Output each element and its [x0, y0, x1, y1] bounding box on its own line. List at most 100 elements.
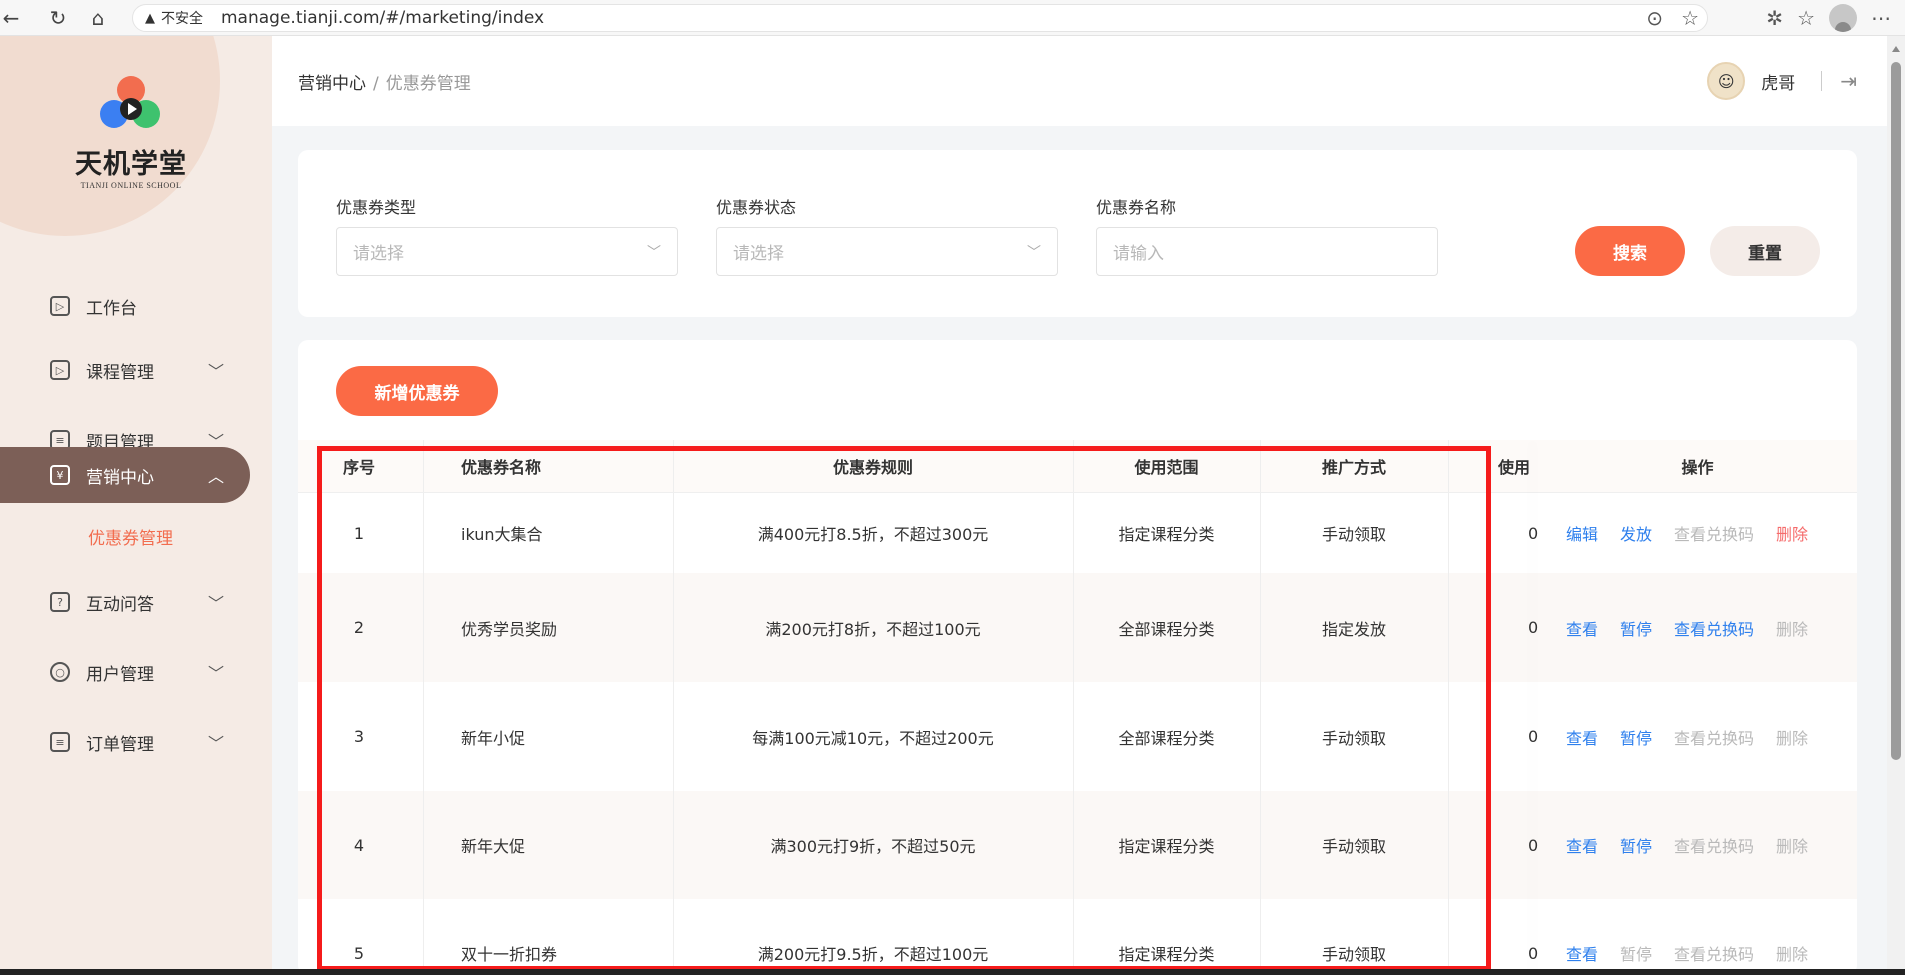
back-arrow-icon[interactable]: ← — [0, 0, 22, 36]
menu-dots-icon[interactable]: ⋯ — [1871, 6, 1891, 30]
marketing-icon: ¥ — [50, 465, 70, 485]
coupon-method: 指定发放 — [1321, 619, 1386, 639]
screen-bottom-edge — [0, 969, 1905, 975]
coupon-method: 手动领取 — [1321, 837, 1386, 856]
coupon-name: 优秀学员奖励 — [461, 619, 558, 639]
table-row: 5 双十一折扣券 满200元打9.5折，不超过100元 指定课程分类 手动领取 … — [298, 899, 1857, 975]
pause-link[interactable]: 暂停 — [1620, 941, 1652, 965]
coupon-name: 新年大促 — [461, 837, 526, 856]
sidebar-subitem-coupon[interactable]: 优惠券管理 — [88, 524, 173, 549]
home-icon[interactable]: ⌂ — [80, 0, 116, 36]
coupon-used: 0 — [1528, 523, 1539, 543]
coupon-rule: 每满100元减10元，不超过200元 — [752, 728, 994, 748]
chevron-down-icon: ﹀ — [1027, 244, 1041, 261]
reset-button[interactable]: 重置 — [1710, 226, 1820, 276]
warning-icon: ▲ — [145, 10, 155, 26]
row-actions: 查看 暂停 查看兑换码 删除 — [1566, 791, 1857, 899]
page-scrollbar[interactable] — [1887, 36, 1905, 975]
chevron-down-icon: ﹀ — [207, 594, 224, 613]
scrollbar-thumb[interactable] — [1891, 62, 1901, 760]
row-index: 4 — [353, 835, 365, 855]
url-text[interactable]: manage.tianji.com/#/marketing/index — [221, 8, 544, 28]
coupon-rule: 满400元打8.5折，不超过300元 — [757, 525, 989, 544]
view-codes-link[interactable]: 查看兑换码 — [1674, 941, 1754, 965]
view-codes-link[interactable]: 查看兑换码 — [1674, 616, 1754, 640]
table-row: 4 新年大促 满300元打9折，不超过50元 指定课程分类 手动领取 0 查看 … — [298, 791, 1857, 899]
coupon-name-input[interactable]: 请输入 — [1096, 227, 1438, 276]
user-icon: ○ — [50, 662, 70, 682]
pause-link[interactable]: 暂停 — [1620, 833, 1652, 857]
coupon-type-select[interactable]: 请选择 ﹀ — [336, 227, 678, 276]
view-link[interactable]: 查看 — [1566, 941, 1598, 965]
view-link[interactable]: 查看 — [1566, 725, 1598, 749]
delete-link[interactable]: 删除 — [1776, 833, 1808, 857]
delete-link[interactable]: 删除 — [1776, 521, 1808, 545]
pause-link[interactable]: 暂停 — [1620, 616, 1652, 640]
address-bar[interactable]: ▲ 不安全 manage.tianji.com/#/marketing/inde… — [132, 4, 1708, 32]
delete-link[interactable]: 删除 — [1776, 725, 1808, 749]
delete-link[interactable]: 删除 — [1776, 941, 1808, 965]
breadcrumb-separator: / — [373, 73, 379, 94]
coupon-status-label: 优惠券状态 — [716, 198, 797, 217]
column-header-method: 推广方式 — [1321, 458, 1386, 477]
chevron-down-icon: ﹀ — [647, 244, 661, 261]
coupon-used: 0 — [1528, 727, 1539, 746]
table-row: 2 优秀学员奖励 满200元打8折，不超过100元 全部课程分类 指定发放 0 … — [298, 573, 1857, 682]
table-row: 3 新年小促 每满100元减10元，不超过200元 全部课程分类 手动领取 0 … — [298, 682, 1857, 791]
coupon-method: 手动领取 — [1321, 945, 1386, 964]
coupon-rule: 满200元打9.5折，不超过100元 — [757, 945, 989, 964]
add-coupon-button[interactable]: 新增优惠券 — [336, 366, 498, 416]
row-index: 5 — [353, 943, 365, 963]
coupon-scope: 全部课程分类 — [1118, 728, 1215, 748]
delete-link[interactable]: 删除 — [1776, 616, 1808, 640]
coupon-used: 0 — [1528, 618, 1539, 637]
course-icon: ▷ — [50, 360, 70, 380]
more-dots-icon[interactable]: ⊙ — [1646, 6, 1663, 30]
table-header-row: 序号 优惠券名称 优惠券规则 使用范围 推广方式 使用 操作 — [298, 440, 1857, 493]
search-button[interactable]: 搜索 — [1575, 226, 1685, 276]
sidebar: 天机学堂 TIANJI ONLINE SCHOOL ▷ 工作台 ▷ 课程管理 ﹀… — [0, 36, 272, 975]
brand-subtitle: TIANJI ONLINE SCHOOL — [80, 181, 182, 190]
chevron-down-icon: ﹀ — [207, 664, 224, 683]
logo[interactable]: 天机学堂 TIANJI ONLINE SCHOOL — [70, 76, 192, 190]
user-name[interactable]: 虎哥 — [1761, 69, 1795, 94]
coupon-table-panel: 新增优惠券 序号 优惠券名称 优惠券规则 使用范围 推广方式 使用 操作 1 i… — [298, 340, 1857, 975]
sidebar-item-marketing[interactable]: ¥ 营销中心 ︿ — [0, 447, 250, 503]
sidebar-item-dashboard[interactable]: ▷ 工作台 — [0, 278, 250, 334]
coupon-scope: 指定课程分类 — [1118, 837, 1215, 856]
browser-toolbar: ← ↻ ⌂ ▲ 不安全 manage.tianji.com/#/marketin… — [0, 0, 1905, 36]
logout-icon[interactable]: ⇥ — [1840, 69, 1857, 93]
sidebar-item-order[interactable]: ≡ 订单管理 ﹀ — [0, 714, 250, 770]
avatar[interactable]: ☺ — [1707, 62, 1746, 100]
view-codes-link[interactable]: 查看兑换码 — [1674, 725, 1754, 749]
pause-link[interactable]: 暂停 — [1620, 725, 1652, 749]
coupon-scope: 全部课程分类 — [1118, 619, 1215, 639]
qa-icon: ? — [50, 592, 70, 612]
issue-link[interactable]: 发放 — [1620, 521, 1652, 545]
view-codes-link[interactable]: 查看兑换码 — [1674, 833, 1754, 857]
order-icon: ≡ — [50, 732, 70, 752]
fixed-column-shadow — [1538, 440, 1539, 975]
table-row: 1 ikun大集合 满400元打8.5折，不超过300元 指定课程分类 手动领取… — [298, 493, 1857, 573]
row-actions: 编辑 发放 查看兑换码 删除 — [1566, 493, 1857, 573]
sidebar-item-course[interactable]: ▷ 课程管理 ﹀ — [0, 342, 250, 398]
column-header-used: 使用 — [1498, 458, 1531, 477]
profile-avatar-icon[interactable] — [1829, 4, 1857, 32]
coupon-name: ikun大集合 — [461, 525, 543, 544]
breadcrumb-parent[interactable]: 营销中心 — [298, 74, 366, 94]
coupon-status-select[interactable]: 请选择 ﹀ — [716, 227, 1058, 276]
sidebar-item-qa[interactable]: ? 互动问答 ﹀ — [0, 574, 250, 630]
view-link[interactable]: 查看 — [1566, 833, 1598, 857]
view-codes-link[interactable]: 查看兑换码 — [1674, 521, 1754, 545]
column-header-index: 序号 — [342, 458, 375, 477]
view-link[interactable]: 查看 — [1566, 616, 1598, 640]
sidebar-item-user[interactable]: ○ 用户管理 ﹀ — [0, 644, 250, 700]
reload-icon[interactable]: ↻ — [40, 0, 76, 36]
scroll-up-icon[interactable] — [1892, 46, 1900, 52]
insecure-indicator[interactable]: ▲ 不安全 — [145, 8, 203, 28]
row-actions: 查看 暂停 查看兑换码 删除 — [1566, 899, 1857, 975]
edit-link[interactable]: 编辑 — [1566, 521, 1598, 545]
extensions-icon[interactable]: ✲ — [1766, 6, 1783, 30]
favorite-star-icon[interactable]: ☆ — [1681, 6, 1699, 30]
favorites-list-icon[interactable]: ☆ — [1797, 6, 1815, 30]
